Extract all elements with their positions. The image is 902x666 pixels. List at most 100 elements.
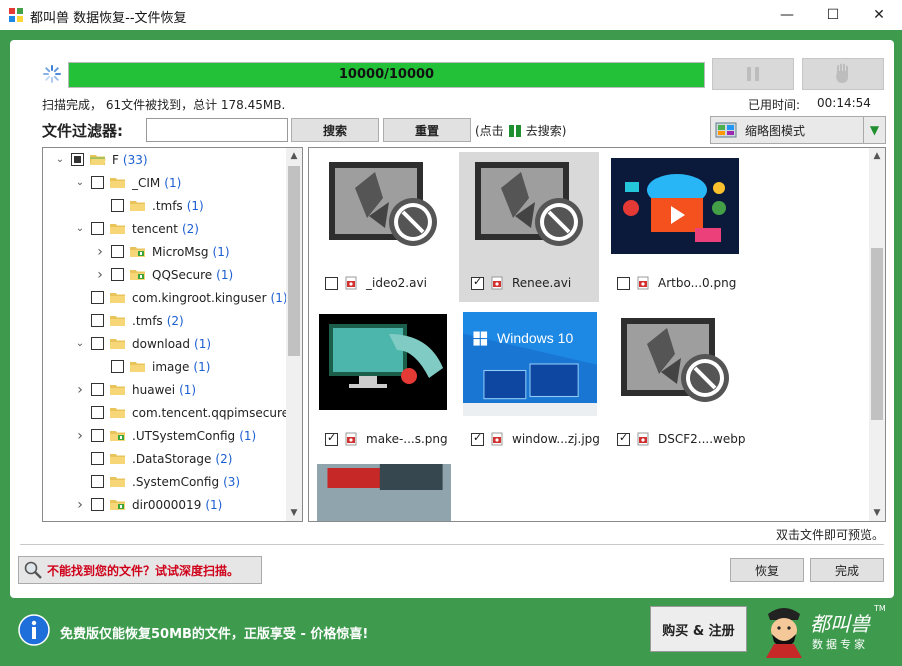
- file-grid[interactable]: DSCF2....webp Windows 10 window...zj.jpg ma…: [308, 147, 886, 522]
- chevron-right-icon[interactable]: ›: [73, 497, 87, 513]
- tree-item-checkbox[interactable]: [91, 452, 104, 465]
- pause-button[interactable]: [712, 58, 794, 90]
- search-button[interactable]: 搜索: [291, 118, 379, 142]
- file-checkbox[interactable]: [617, 276, 630, 290]
- tree-item-count: (1): [212, 244, 230, 259]
- main-frame: 10000/10000 扫描完成， 61文件被找到，总计 178.45MB. 已…: [0, 30, 902, 666]
- brand-trademark: TM: [874, 604, 886, 613]
- file-filter-input[interactable]: [146, 118, 288, 142]
- file-tile[interactable]: _ideo2.avi: [313, 152, 453, 302]
- folder-icon: [110, 453, 125, 464]
- chevron-down-icon[interactable]: ⌄: [73, 338, 87, 349]
- chevron-right-icon[interactable]: ›: [73, 382, 87, 398]
- file-type-icon: [637, 432, 649, 446]
- tree-item[interactable]: › .UTSystemConfig (1): [73, 424, 256, 447]
- file-checkbox[interactable]: [471, 431, 484, 446]
- close-button[interactable]: ✕: [856, 0, 902, 30]
- tree-item-checkbox[interactable]: [91, 406, 104, 419]
- tree-item-label: dir0000019: [132, 497, 202, 512]
- tree-item[interactable]: .SystemConfig (3): [73, 470, 240, 493]
- tree-item-checkbox[interactable]: [91, 222, 104, 235]
- tree-item[interactable]: .DataStorage (2): [73, 447, 232, 470]
- tree-scrollbar[interactable]: ▲ ▼: [286, 148, 302, 521]
- folder-icon: [130, 361, 145, 372]
- tree-item[interactable]: ⌄ tencent (2): [73, 217, 199, 240]
- content-panel: 10000/10000 扫描完成， 61文件被找到，总计 178.45MB. 已…: [10, 40, 894, 598]
- tree-item-checkbox[interactable]: [91, 176, 104, 189]
- tree-item-checkbox[interactable]: [91, 498, 104, 511]
- file-tile[interactable]: Renee.avi: [459, 152, 599, 302]
- file-checkbox[interactable]: [471, 275, 484, 290]
- minimize-button[interactable]: —: [764, 0, 810, 30]
- tree-scroll-thumb[interactable]: [288, 166, 300, 356]
- tree-item-checkbox[interactable]: [111, 360, 124, 373]
- stop-button[interactable]: [802, 58, 884, 90]
- chevron-right-icon[interactable]: ›: [93, 244, 107, 260]
- file-tile[interactable]: Artbo...0.png: [605, 152, 745, 302]
- tree-item[interactable]: › MicroMsg (1): [93, 240, 230, 263]
- file-checkbox[interactable]: [325, 431, 338, 446]
- recover-button[interactable]: 恢复: [730, 558, 804, 582]
- tree-item-count: (1): [193, 359, 211, 374]
- brand-logo: 都叫兽 TM 数据专家: [760, 602, 890, 658]
- chevron-right-icon[interactable]: ›: [73, 428, 87, 444]
- tree-item[interactable]: › dir0000019 (1): [73, 493, 222, 516]
- chevron-right-icon[interactable]: ›: [93, 267, 107, 283]
- grid-scroll-thumb[interactable]: [871, 248, 883, 420]
- finish-button[interactable]: 完成: [810, 558, 884, 582]
- file-tile[interactable]: [313, 464, 453, 521]
- tree-item[interactable]: com.kingroot.kinguser (1): [73, 286, 288, 309]
- tree-item-label: com.kingroot.kinguser: [132, 290, 267, 305]
- folder-icon: [110, 223, 125, 234]
- tree-item[interactable]: .tmfs (2): [73, 309, 184, 332]
- tree-item[interactable]: › QQSecure (1): [93, 263, 233, 286]
- file-tile[interactable]: Windows 10 window...zj.jpg: [459, 308, 600, 458]
- view-mode-select[interactable]: 缩略图模式 ▼: [710, 116, 886, 144]
- tree-item-checkbox[interactable]: [91, 291, 104, 304]
- view-mode-value: 缩略图模式: [745, 123, 806, 138]
- tree-item[interactable]: com.tencent.qqpimsecure(1: [73, 401, 302, 424]
- tree-item-label: com.tencent.qqpimsecure: [132, 405, 290, 420]
- file-tile[interactable]: DSCF2....webp: [605, 308, 745, 458]
- tree-item-checkbox[interactable]: [91, 337, 104, 350]
- tree-item-checkbox[interactable]: [111, 245, 124, 258]
- promo-text: 免费版仅能恢复50MB的文件，正版享受 - 价格惊喜!: [60, 627, 369, 642]
- file-tile-label: Renee.avi: [467, 275, 571, 290]
- scroll-up-icon[interactable]: ▲: [286, 148, 302, 164]
- tree-item[interactable]: ⌄ F (33): [53, 148, 148, 171]
- deep-scan-button[interactable]: 不能找到您的文件？试试深度扫描。: [18, 556, 262, 584]
- tree-item[interactable]: › huawei (1): [73, 378, 196, 401]
- file-checkbox[interactable]: [617, 431, 630, 446]
- search-hint: (点击 去搜索): [475, 122, 566, 139]
- chevron-down-icon[interactable]: ⌄: [73, 223, 87, 234]
- tree-item-checkbox[interactable]: [91, 314, 104, 327]
- maximize-button[interactable]: ☐: [810, 0, 856, 30]
- folder-tree[interactable]: › dir0000019 (1) .SystemConfig (3) .DataStora…: [42, 147, 303, 522]
- folder-icon: [110, 476, 125, 487]
- tree-item-checkbox[interactable]: [111, 268, 124, 281]
- video-thumbnail-icon: [621, 318, 729, 402]
- tree-item[interactable]: image (1): [93, 355, 210, 378]
- chevron-down-icon[interactable]: ⌄: [73, 177, 87, 188]
- tree-item[interactable]: ⌄ download (1): [73, 332, 211, 355]
- reset-button[interactable]: 重置: [383, 118, 471, 142]
- tree-item[interactable]: ⌄ _CIM (1): [73, 171, 181, 194]
- search-hint-suffix: 去搜索): [525, 124, 567, 138]
- tree-item-checkbox[interactable]: [91, 383, 104, 396]
- file-tile-label: _ideo2.avi: [321, 276, 427, 290]
- file-tile[interactable]: make-...s.png: [313, 308, 453, 458]
- window-title: 都叫兽 数据恢复--文件恢复: [30, 11, 187, 26]
- chevron-down-icon[interactable]: ⌄: [53, 154, 67, 165]
- file-checkbox[interactable]: [325, 276, 338, 290]
- file-type-icon: [637, 276, 649, 290]
- tree-item-checkbox[interactable]: [71, 153, 84, 166]
- scroll-down-icon[interactable]: ▼: [869, 505, 885, 521]
- scroll-up-icon[interactable]: ▲: [869, 148, 885, 164]
- grid-scrollbar[interactable]: ▲ ▼: [869, 148, 885, 521]
- tree-item-checkbox[interactable]: [91, 429, 104, 442]
- tree-item-checkbox[interactable]: [91, 475, 104, 488]
- buy-register-button[interactable]: 购买 & 注册: [650, 606, 747, 652]
- tree-item[interactable]: .tmfs (1): [93, 194, 204, 217]
- scroll-down-icon[interactable]: ▼: [286, 505, 302, 521]
- tree-item-checkbox[interactable]: [111, 199, 124, 212]
